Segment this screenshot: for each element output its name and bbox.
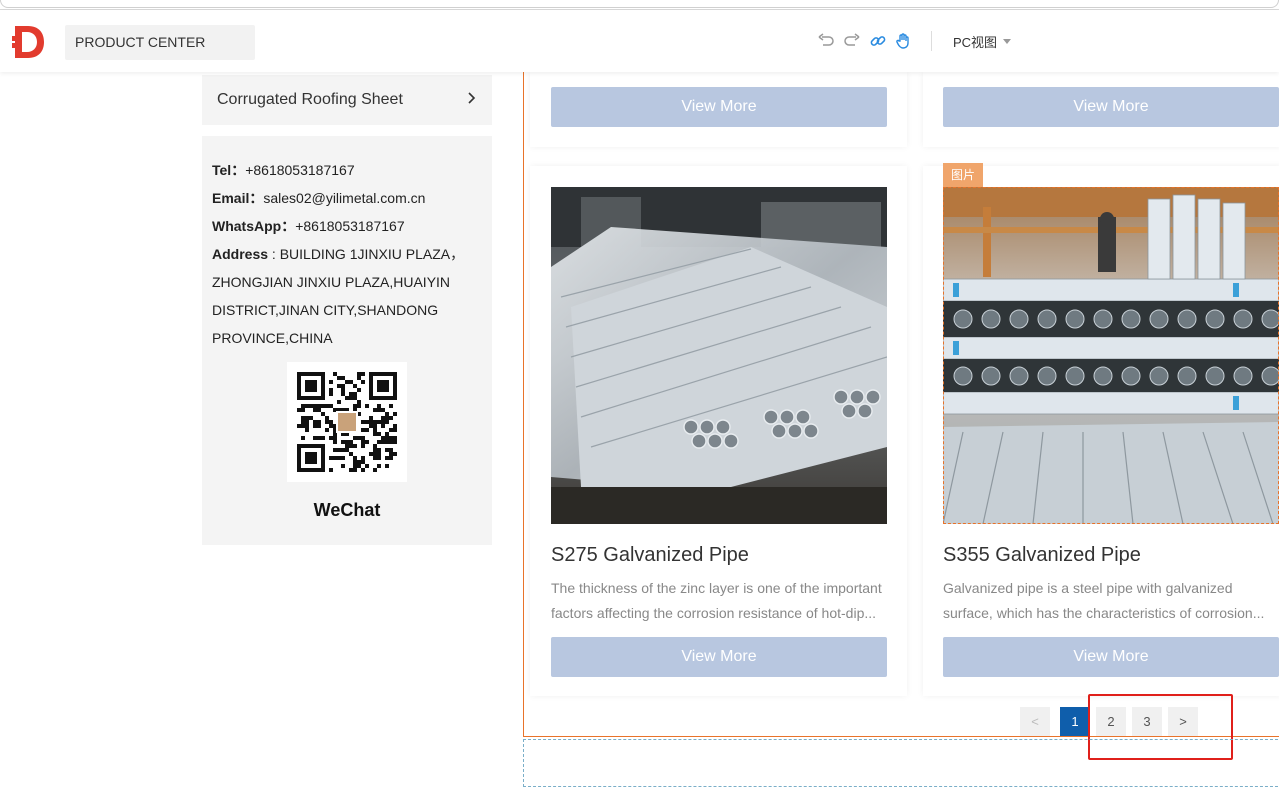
address-line: : BUILDING 1JINXIU PLAZA， xyxy=(268,246,465,262)
address-line: PROVINCE,CHINA xyxy=(212,330,333,346)
address-label: Address xyxy=(212,246,269,262)
image-badge: 图片 xyxy=(943,163,983,187)
tel-label: Tel xyxy=(212,162,232,178)
redo-icon[interactable] xyxy=(841,30,863,52)
contact-address: Address : BUILDING 1JINXIU PLAZA， xyxy=(212,240,482,268)
sidebar-item-label: Corrugated Roofing Sheet xyxy=(217,91,403,108)
next-section-placeholder[interactable] xyxy=(523,739,1279,787)
product-image[interactable] xyxy=(943,187,1279,524)
product-title[interactable]: S355 Galvanized Pipe xyxy=(943,544,1141,567)
wechat-label: WeChat xyxy=(313,500,381,520)
description-line: The thickness of the zinc layer is one o… xyxy=(551,580,882,596)
contact-panel: Tel：+8618053187167 Email：sales02@yilimet… xyxy=(202,136,492,545)
description-line: factors affecting the corrosion resistan… xyxy=(551,605,877,621)
product-image[interactable] xyxy=(551,187,887,524)
view-select[interactable]: PC视图 xyxy=(953,32,1012,51)
sidebar-item-corrugated-roofing-sheet[interactable]: Corrugated Roofing Sheet xyxy=(202,75,492,125)
product-title[interactable]: S275 Galvanized Pipe xyxy=(551,544,749,567)
toolbar-divider xyxy=(931,31,932,51)
address-line: ZHONGJIAN JINXIU PLAZA,HUAIYIN xyxy=(212,274,451,290)
editor-toolbar: PRODUCT CENTER PC视图 xyxy=(0,10,1279,72)
browser-edge xyxy=(0,0,1279,10)
address-line: DISTRICT,JINAN CITY,SHANDONG xyxy=(212,302,439,318)
product-description: Galvanized pipe is a steel pipe with gal… xyxy=(943,576,1279,626)
view-select-label: PC视图 xyxy=(953,35,998,50)
description-line: Galvanized pipe is a steel pipe with gal… xyxy=(943,580,1233,596)
tel-value[interactable]: +8618053187167 xyxy=(245,162,354,178)
contact-email: Email：sales02@yilimetal.com.cn xyxy=(212,190,426,206)
wechat-qr-code xyxy=(287,362,407,482)
description-line: surface, which has the characteristics o… xyxy=(943,605,1265,621)
contact-tel: Tel：+8618053187167 xyxy=(212,162,355,178)
email-label: Email xyxy=(212,190,250,206)
view-more-button[interactable]: View More xyxy=(943,87,1279,127)
product-description: The thickness of the zinc layer is one o… xyxy=(551,576,887,626)
logo-icon[interactable] xyxy=(12,22,46,62)
whatsapp-value[interactable]: +8618053187167 xyxy=(295,218,404,234)
pagination-page-1[interactable]: 1 xyxy=(1060,707,1090,736)
view-more-button[interactable]: View More xyxy=(551,87,887,127)
caret-down-icon xyxy=(1003,39,1012,44)
undo-icon[interactable] xyxy=(815,30,837,52)
email-value[interactable]: sales02@yilimetal.com.cn xyxy=(263,190,425,206)
hand-icon[interactable] xyxy=(893,30,915,52)
chevron-right-icon xyxy=(467,91,477,110)
pagination-prev-button[interactable]: < xyxy=(1020,707,1050,736)
contact-whatsapp: WhatsApp：+8618053187167 xyxy=(212,218,405,234)
link-icon[interactable] xyxy=(867,30,889,52)
view-more-button[interactable]: View More xyxy=(943,637,1279,677)
whatsapp-label: WhatsApp xyxy=(212,218,282,234)
page-select[interactable]: PRODUCT CENTER xyxy=(65,25,255,60)
view-more-button[interactable]: View More xyxy=(551,637,887,677)
